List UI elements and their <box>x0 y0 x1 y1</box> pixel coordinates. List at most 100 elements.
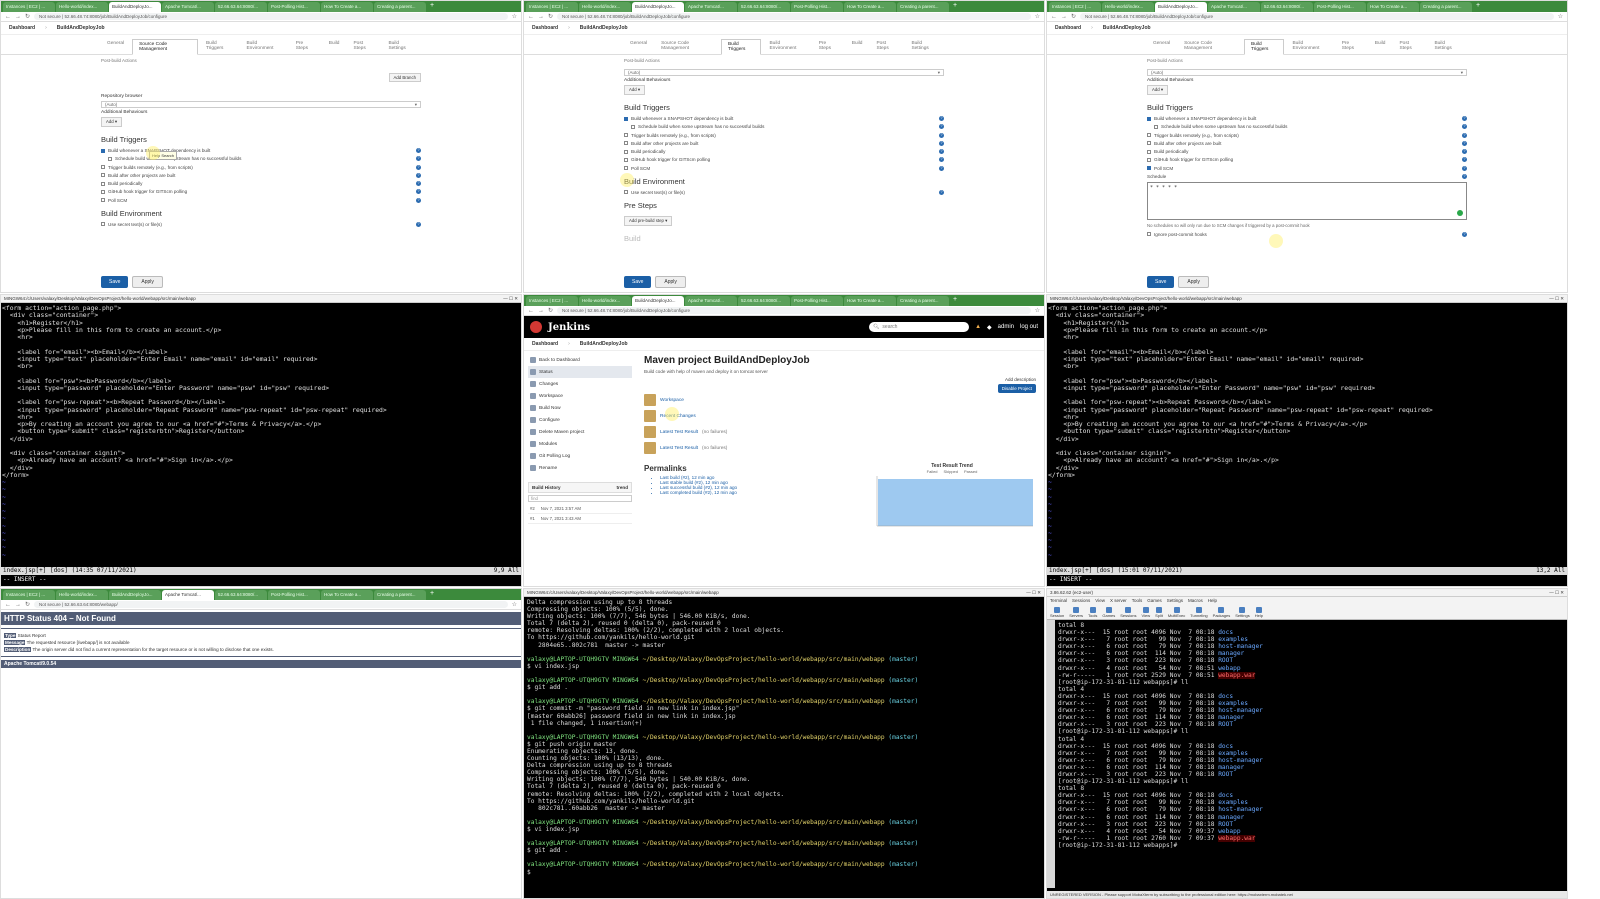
new-tab-icon[interactable]: + <box>427 590 437 600</box>
help-icon[interactable]: ? <box>939 124 944 130</box>
trigger-row[interactable]: Trigger builds remotely (e.g., from scri… <box>101 164 421 170</box>
browser-tab[interactable]: Post-Polling Hist... <box>791 2 843 12</box>
checkbox[interactable] <box>624 141 628 146</box>
checkbox[interactable] <box>1147 232 1151 237</box>
apply-button[interactable]: Apply <box>1178 276 1209 288</box>
checkbox[interactable] <box>624 166 628 171</box>
star-icon[interactable]: ☆ <box>1035 307 1040 314</box>
browser-tab[interactable]: How To Create a... <box>321 2 373 12</box>
build-history-filter[interactable]: find <box>528 495 632 502</box>
add-prebuild-step-button[interactable]: Add pre-build step ▾ <box>624 215 673 226</box>
star-icon[interactable]: ☆ <box>512 601 517 608</box>
menu-item-settings[interactable]: Settings <box>1167 598 1183 603</box>
help-icon[interactable]: ? <box>416 164 421 170</box>
toolbar-button-view[interactable]: View <box>1142 607 1150 618</box>
toolbar-button-packages[interactable]: Packages <box>1213 607 1230 618</box>
trigger-row[interactable]: Trigger builds remotely (e.g., from scri… <box>624 132 944 138</box>
menu-item-help[interactable]: Help <box>1208 598 1217 603</box>
trigger-row[interactable]: GitHub hook trigger for GITScm polling? <box>101 189 421 195</box>
toolbar-button-help[interactable]: Help <box>1255 607 1263 618</box>
browser-tab[interactable]: Hello-world/index... <box>579 2 631 12</box>
browser-tab[interactable]: Instances | EC2 | ... <box>1049 2 1101 12</box>
help-icon[interactable]: ? <box>1462 140 1467 146</box>
help-icon[interactable]: ? <box>416 197 421 203</box>
reload-icon[interactable]: ↻ <box>548 13 553 20</box>
address-bar[interactable]: ← → ↻ Not secure | 52.66.48.74:8080/job/… <box>1047 12 1567 22</box>
breadcrumb-job[interactable]: BuildAndDeployJob <box>580 25 628 31</box>
forward-icon[interactable]: → <box>15 14 21 20</box>
browser-tab[interactable]: BuildAndDeployJo... <box>632 296 684 306</box>
config-tab-build-settings[interactable]: Build Settings <box>382 39 421 54</box>
help-icon[interactable]: ? <box>416 156 421 162</box>
trigger-row[interactable]: Trigger builds remotely (e.g., from scri… <box>1147 132 1467 138</box>
browser-tab[interactable]: Apache Tomcat/... <box>162 590 214 600</box>
config-tab-pre-steps[interactable]: Pre Steps <box>1336 39 1367 54</box>
back-icon[interactable]: ← <box>528 14 534 20</box>
config-tab-general[interactable]: General <box>1147 39 1176 54</box>
back-icon[interactable]: ← <box>528 308 534 314</box>
window-controls-icon[interactable]: — ☐ ✕ <box>1549 296 1564 301</box>
checkbox[interactable] <box>1147 116 1151 121</box>
reload-icon[interactable]: ↻ <box>25 601 30 608</box>
reload-icon[interactable]: ↻ <box>548 307 553 314</box>
checkbox[interactable] <box>1147 141 1151 146</box>
browser-tab[interactable]: Hello-world/index... <box>56 590 108 600</box>
checkbox[interactable] <box>624 190 628 195</box>
browser-tab[interactable]: Instances | EC2 | ... <box>526 296 578 306</box>
build-number[interactable]: #1 <box>530 516 535 521</box>
browser-tab[interactable]: Creating a parent... <box>374 590 426 600</box>
sidebar-item-git-polling-log[interactable]: Git Polling Log <box>528 450 632 462</box>
add-behaviour-button[interactable]: Add ▾ <box>101 117 122 127</box>
project-link-label[interactable]: Latest Test Result <box>660 430 698 435</box>
forward-icon[interactable]: → <box>1061 14 1067 20</box>
help-icon[interactable]: ? <box>1462 132 1467 138</box>
toolbar-button-servers[interactable]: Servers <box>1069 607 1083 618</box>
checkbox[interactable] <box>101 222 105 227</box>
address-bar[interactable]: ← → ↻ Not secure | 52.66.63.64:8080/weba… <box>1 600 521 610</box>
trigger-row[interactable]: GitHub hook trigger for GITScm polling? <box>1147 157 1467 163</box>
help-icon[interactable]: ? <box>1462 174 1467 180</box>
star-icon[interactable]: ☆ <box>1558 13 1563 20</box>
help-icon[interactable]: ? <box>416 181 421 187</box>
browser-tab[interactable]: Apache Tomcat/... <box>685 2 737 12</box>
config-tab-build-triggers[interactable]: Build Triggers <box>720 39 762 55</box>
url-field[interactable]: Not secure | 52.66.48.74:8080/job/BuildA… <box>557 307 1031 314</box>
help-icon[interactable]: ? <box>1462 157 1467 163</box>
logout-link[interactable]: log out <box>1020 324 1038 330</box>
add-description-link[interactable]: Add description <box>998 377 1036 382</box>
toolbar-button-settings[interactable]: Settings <box>1235 607 1250 618</box>
jenkins-brand[interactable]: Jenkins <box>548 322 590 333</box>
gitbash-output[interactable]: Delta compression using up to 8 threads C… <box>524 597 1044 878</box>
help-icon[interactable]: ? <box>1462 231 1467 237</box>
repo-browser-select[interactable]: (Auto) ▾ <box>624 69 944 76</box>
checkbox[interactable] <box>101 198 105 203</box>
browser-tab[interactable]: How To Create a... <box>844 2 896 12</box>
browser-tab[interactable]: Post-Polling Hist... <box>791 296 843 306</box>
browser-tab[interactable]: Hello-world/index... <box>1102 2 1154 12</box>
sidebar-item-configure[interactable]: Configure <box>528 414 632 426</box>
trigger-row[interactable]: Build whenever a SNAPSHOT dependency is … <box>1147 116 1467 121</box>
checkbox[interactable] <box>101 148 105 153</box>
new-tab-icon[interactable]: + <box>427 2 437 12</box>
shield-icon[interactable]: ◆ <box>987 324 992 331</box>
browser-tab[interactable]: How To Create a... <box>1367 2 1419 12</box>
config-tab-build-environment[interactable]: Build Environment <box>763 39 810 54</box>
browser-tab[interactable]: Creating a parent... <box>374 2 426 12</box>
checkbox[interactable] <box>1147 166 1151 171</box>
config-tab-general[interactable]: General <box>624 39 653 54</box>
sidebar-item-build-now[interactable]: Build Now <box>528 402 632 414</box>
help-icon[interactable]: ? <box>939 157 944 163</box>
checkbox[interactable] <box>624 116 628 121</box>
config-tab-source-code-management[interactable]: Source Code Management <box>655 39 719 54</box>
help-icon[interactable]: ? <box>1462 165 1467 171</box>
address-bar[interactable]: ← → ↻ Not secure | 52.66.48.74:8080/job/… <box>524 306 1044 316</box>
toolbar-button-games[interactable]: Games <box>1102 607 1115 618</box>
checkbox[interactable] <box>108 156 112 161</box>
project-link-label[interactable]: Workspace <box>660 398 684 403</box>
forward-icon[interactable]: → <box>15 602 21 608</box>
toolbar-button-tunneling[interactable]: Tunneling <box>1190 607 1208 618</box>
project-link-label[interactable]: Latest Test Result <box>660 446 698 451</box>
toolbar-button-multiexec[interactable]: MultiExec <box>1168 607 1185 618</box>
browser-tab[interactable]: BuildAndDeployJo... <box>109 590 161 600</box>
apply-button[interactable]: Apply <box>132 276 163 288</box>
